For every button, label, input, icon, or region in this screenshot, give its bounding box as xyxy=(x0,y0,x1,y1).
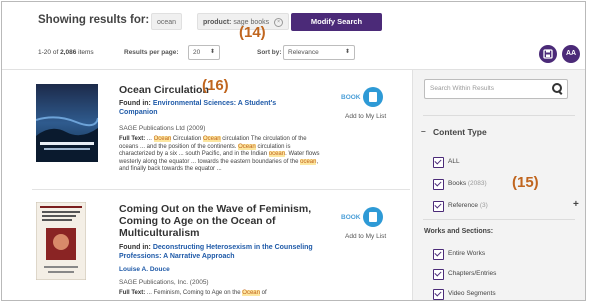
result-item-coming-out: Coming Out on the Wave of Feminism, Comi… xyxy=(2,190,415,300)
count-unit: items xyxy=(78,49,94,56)
content-type-reference-label: Reference (3) xyxy=(448,202,488,209)
checkbox-video-segments[interactable] xyxy=(433,289,444,300)
count-of: of xyxy=(52,49,59,56)
works-video-label: Video Segments xyxy=(448,290,496,297)
found-in-label: Found in: xyxy=(119,244,151,251)
search-term-highlight: Ocean xyxy=(202,136,221,142)
query-chip-text: ocean xyxy=(157,19,177,26)
content-type-heading[interactable]: Content Type xyxy=(421,126,487,137)
ocean-cover-art xyxy=(35,84,99,162)
result-publisher: SAGE Publications Ltd (2009) xyxy=(119,125,206,132)
showing-results-label: Showing results for: xyxy=(38,14,150,26)
results-per-page-value: 20 xyxy=(193,49,201,56)
product-chip-label: product: xyxy=(203,19,232,26)
text-size-button[interactable]: AA xyxy=(562,45,580,63)
sort-by-select[interactable]: Relevance ⬍ xyxy=(283,45,355,60)
result-fulltext: Full Text: ... Feminism, Coming to Age o… xyxy=(119,290,324,298)
content-type-books-label: Books (2083) xyxy=(448,180,487,187)
result-title[interactable]: Ocean Circulation xyxy=(119,84,209,96)
fulltext-part: Circulation xyxy=(171,136,203,142)
search-term-highlight: Ocean xyxy=(238,143,256,150)
works-chapters-label: Chapters/Entries xyxy=(448,270,497,277)
found-in: Found in: Environmental Sciences: A Stud… xyxy=(119,99,309,117)
fulltext-part: ... xyxy=(146,136,154,142)
select-arrows-icon: ⬍ xyxy=(344,49,350,55)
results-per-page-select[interactable]: 20 ⬍ xyxy=(188,45,220,60)
result-author[interactable]: Louise A. Douce xyxy=(119,266,170,273)
checkbox-chapters-entries[interactable] xyxy=(433,269,444,280)
results-count: 1-20 of 2,086 items xyxy=(38,49,94,56)
option-count: (2083) xyxy=(467,180,487,187)
feminism-cover-art xyxy=(35,201,87,281)
results-per-page-label: Results per page: xyxy=(124,49,179,56)
content-type-all-label: ALL xyxy=(448,158,460,165)
search-term-highlight: Ocean xyxy=(242,290,260,296)
search-results-page: Showing results for: ocean product: sage… xyxy=(1,1,586,301)
option-label: ALL xyxy=(448,158,460,165)
book-cover-image[interactable] xyxy=(35,84,99,162)
search-within-input[interactable]: Search Within Results xyxy=(424,79,568,99)
expand-plus-icon[interactable]: + xyxy=(573,199,579,210)
result-publisher: SAGE Publications, Inc. (2005) xyxy=(119,279,209,286)
modify-search-button[interactable]: Modify Search xyxy=(291,13,382,31)
checkbox-all[interactable] xyxy=(433,157,444,168)
format-label: BOOK xyxy=(341,214,361,221)
works-entire-label: Entire Works xyxy=(448,250,486,257)
fulltext-label: Full Text: xyxy=(119,136,146,142)
sidebar-divider xyxy=(423,115,575,116)
book-icon[interactable] xyxy=(363,87,383,107)
result-title[interactable]: Coming Out on the Wave of Feminism, Comi… xyxy=(119,203,319,239)
annotation-16: (16) xyxy=(202,77,229,94)
book-cover-image[interactable] xyxy=(35,201,98,281)
search-icon[interactable] xyxy=(552,83,562,93)
found-in-label: Found in: xyxy=(119,100,151,107)
sort-by-label: Sort by: xyxy=(257,49,282,56)
result-fulltext: Full Text: ... Ocean Circulation Ocean c… xyxy=(119,136,324,174)
sidebar-divider xyxy=(423,219,575,220)
annotation-15: (15) xyxy=(512,174,539,191)
option-count: (3) xyxy=(479,202,488,209)
add-to-list-link[interactable]: Add to My List xyxy=(345,113,386,120)
sort-by-value: Relevance xyxy=(288,49,319,56)
annotation-14: (14) xyxy=(239,24,266,41)
filter-sidebar: Search Within Results Content Type ALL B… xyxy=(412,70,585,300)
found-in: Found in: Deconstructing Heterosexism in… xyxy=(119,243,319,261)
fulltext-label: Full Text: xyxy=(119,290,146,296)
fulltext-part: ... Feminism, Coming to Age on the xyxy=(146,290,243,296)
search-within-placeholder: Search Within Results xyxy=(430,85,494,92)
option-label: Books xyxy=(448,180,467,187)
count-range: 1-20 xyxy=(38,49,52,56)
count-total: 2,086 xyxy=(60,49,77,56)
remove-filter-icon[interactable]: × xyxy=(274,17,284,27)
format-label: BOOK xyxy=(341,94,361,101)
checkbox-entire-works[interactable] xyxy=(433,249,444,260)
save-icon[interactable] xyxy=(539,45,557,63)
option-label: Reference xyxy=(448,202,478,209)
select-arrows-icon: ⬍ xyxy=(209,49,215,55)
book-icon[interactable] xyxy=(363,207,383,227)
floppy-disk-icon xyxy=(543,49,553,59)
search-term-highlight: ocean xyxy=(268,151,286,157)
works-sections-heading: Works and Sections: xyxy=(424,228,494,235)
add-to-list-link[interactable]: Add to My List xyxy=(345,233,386,240)
checkbox-books[interactable] xyxy=(433,179,444,190)
search-term-highlight: ocean xyxy=(300,158,317,165)
results-header: Showing results for: ocean product: sage… xyxy=(2,2,585,70)
fulltext-part: of xyxy=(259,290,267,296)
search-term-highlight: Ocean xyxy=(153,136,172,142)
query-chip[interactable]: ocean xyxy=(151,13,183,30)
result-item-ocean-circulation: Ocean Circulation (16) Found in: Environ… xyxy=(2,70,415,178)
checkbox-reference[interactable] xyxy=(433,201,444,212)
